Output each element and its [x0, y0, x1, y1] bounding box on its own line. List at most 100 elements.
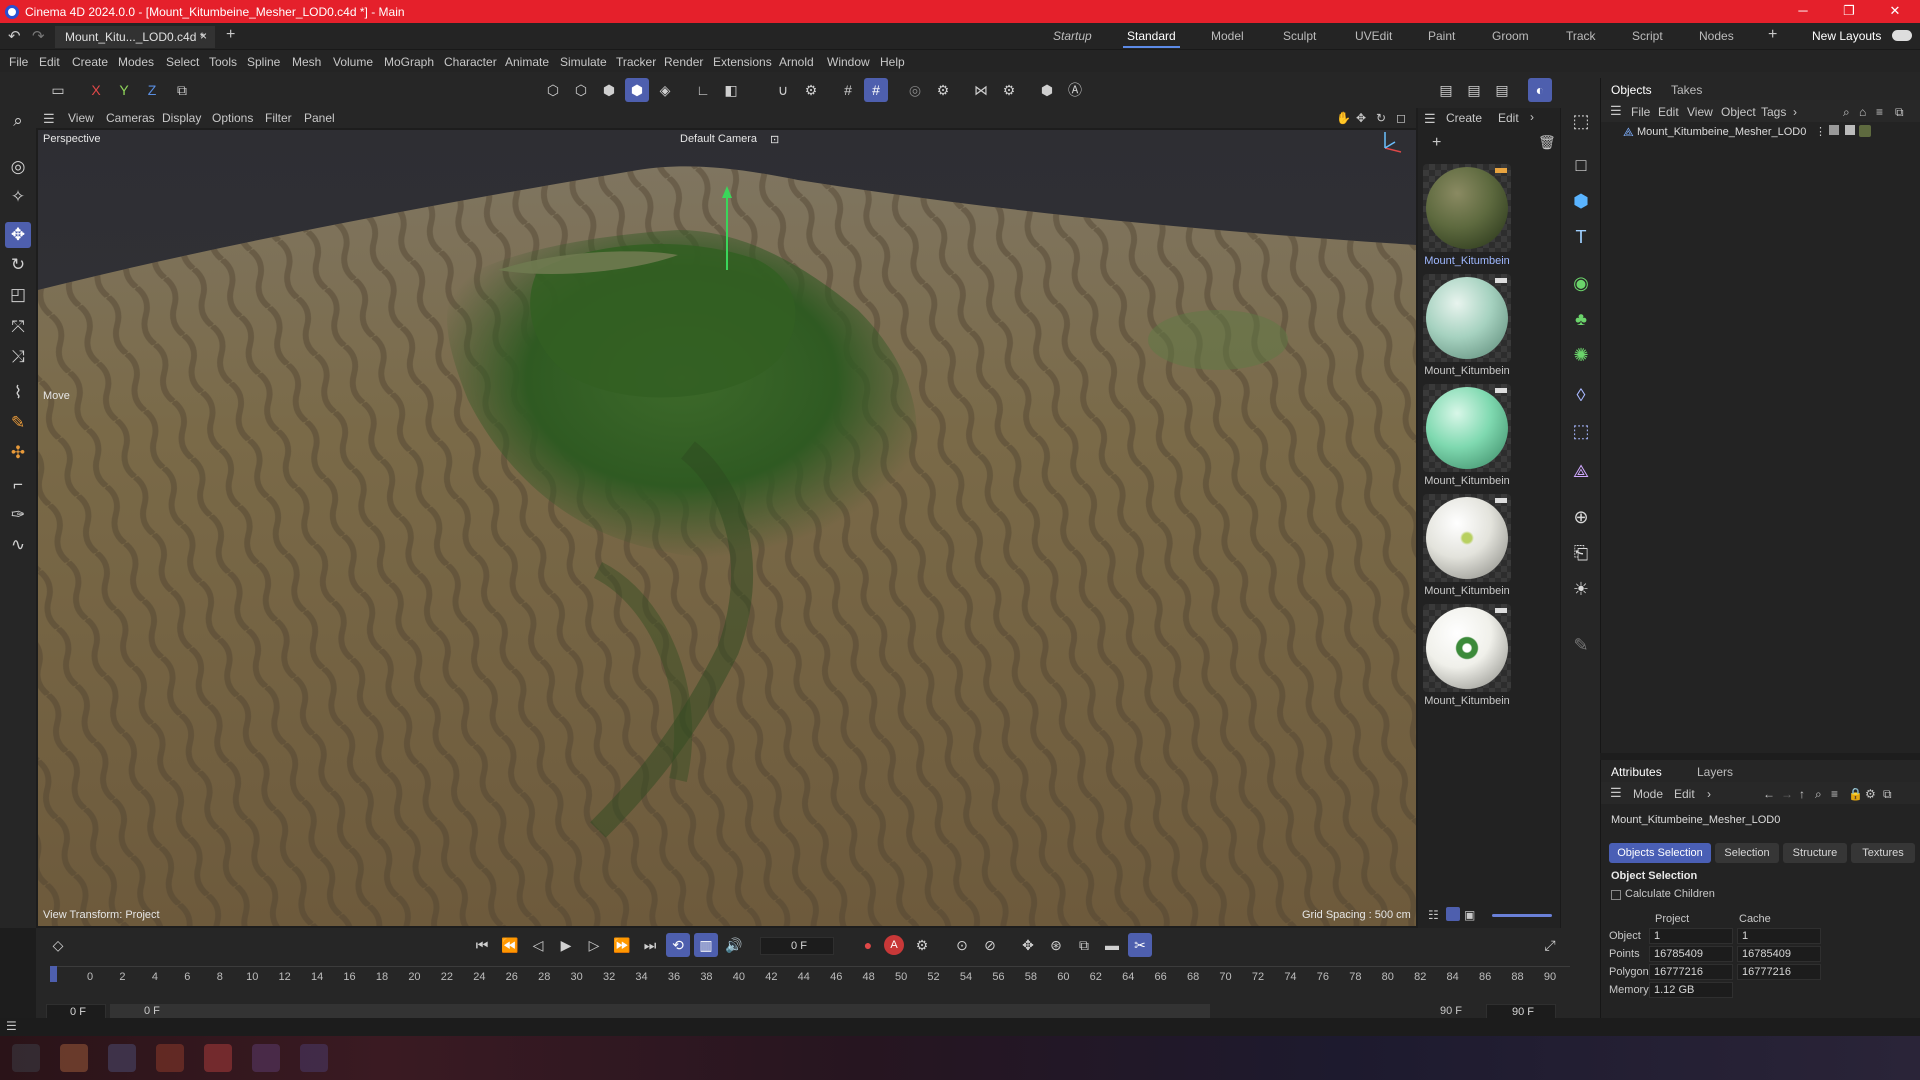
up-arrow-icon[interactable]: ↑	[1799, 787, 1805, 801]
spline-tool-icon[interactable]: ✣	[5, 440, 31, 466]
field-icon[interactable]: ⬚	[1568, 418, 1594, 444]
viewport-menu-options[interactable]: Options	[212, 111, 253, 125]
forward-arrow-icon[interactable]: →	[1781, 787, 1793, 801]
objects-new-window-icon[interactable]: ⧉	[1895, 105, 1904, 120]
search-icon[interactable]: ⌕	[5, 108, 31, 134]
attributes-filter-icon[interactable]: ≡	[1831, 787, 1838, 801]
calculate-children-checkbox[interactable]	[1611, 890, 1621, 900]
taskbar-app-icon[interactable]	[108, 1044, 136, 1072]
rotate-tool-icon[interactable]: ↻	[5, 252, 31, 278]
keyframe-selection-icon[interactable]: ⊙	[950, 933, 974, 957]
objects-menu-object[interactable]: Object	[1721, 105, 1756, 119]
polygons-mode-icon[interactable]: ⬢	[597, 78, 621, 102]
key-rotation-icon[interactable]: ✥	[1016, 933, 1040, 957]
3d-viewport[interactable]: Perspective Default Camera ⊡ Move View T…	[38, 130, 1416, 926]
auto-icon[interactable]: Ⓐ	[1063, 78, 1087, 102]
preview-range-icon[interactable]: ▥	[694, 933, 718, 957]
lock-icon[interactable]: 🔒	[1848, 787, 1863, 801]
deformer-icon[interactable]: ◊	[1568, 382, 1594, 408]
taskbar-app-icon[interactable]	[156, 1044, 184, 1072]
render-region-icon[interactable]: ◎	[903, 78, 927, 102]
camera-lock-icon[interactable]: ⊡	[770, 133, 779, 146]
selection-tool-icon[interactable]: ◎	[5, 154, 31, 180]
objects-menu-tags[interactable]: Tags	[1761, 105, 1786, 119]
restore-icon[interactable]: ❐	[1826, 0, 1872, 23]
keyframe-diamond-icon[interactable]: ◇	[46, 933, 70, 957]
close-tab-icon[interactable]: ×	[200, 29, 207, 43]
close-icon[interactable]: ✕	[1872, 0, 1918, 23]
menu-spline[interactable]: Spline	[247, 55, 280, 69]
menu-edit[interactable]: Edit	[39, 55, 60, 69]
taskbar-app-icon[interactable]	[252, 1044, 280, 1072]
edges-mode-icon[interactable]: ⬡	[569, 78, 593, 102]
document-tab[interactable]: Mount_Kitu..._LOD0.c4d * ×	[55, 26, 215, 48]
menu-help[interactable]: Help	[880, 55, 905, 69]
objects-more-icon[interactable]: ›	[1793, 105, 1797, 119]
layout-startup[interactable]: Startup	[1053, 29, 1092, 43]
attributes-settings-icon[interactable]: ⚙	[1865, 787, 1876, 801]
objects-home-icon[interactable]: ⌂	[1859, 105, 1866, 119]
timeline-expand-icon[interactable]: ⤢	[1538, 933, 1562, 957]
layout-sculpt[interactable]: Sculpt	[1283, 29, 1316, 43]
attributes-new-window-icon[interactable]: ⧉	[1883, 787, 1892, 802]
viewport-rotate-icon[interactable]: ↻	[1376, 111, 1386, 125]
objects-search-icon[interactable]: ⌕	[1843, 105, 1850, 120]
object-mode-icon[interactable]: ▭	[46, 78, 70, 102]
pen-tool-icon[interactable]: ✎	[5, 410, 31, 436]
points-mode-icon[interactable]: ⬡	[541, 78, 565, 102]
view-redraw-icon[interactable]: ◐	[1528, 78, 1552, 102]
viewport-menu-filter[interactable]: Filter	[265, 111, 292, 125]
model-mode-icon[interactable]: ⬢	[625, 78, 649, 102]
list-view-icon[interactable]: ☷	[1428, 908, 1439, 922]
smooth-tool-icon[interactable]: ∿	[5, 532, 31, 558]
tab-takes[interactable]: Takes	[1671, 83, 1702, 97]
text-object-icon[interactable]: T	[1568, 224, 1594, 250]
sound-icon[interactable]: 🔊	[722, 933, 746, 957]
subtab-textures[interactable]: Textures	[1851, 843, 1915, 863]
render-picture-viewer-icon[interactable]: ▤	[1462, 78, 1486, 102]
object-visibility-icon[interactable]: ⋮	[1815, 125, 1826, 138]
go-to-start-icon[interactable]: ⏮	[470, 933, 494, 957]
objects-menu-edit[interactable]: Edit	[1658, 105, 1679, 119]
material-item[interactable]: Mount_Kitumbein	[1421, 602, 1513, 710]
previous-key-icon[interactable]: ⏪	[498, 933, 522, 957]
viewport-move-icon[interactable]: ✥	[1356, 111, 1366, 125]
go-to-end-icon[interactable]: ⏭	[638, 933, 662, 957]
layout-model[interactable]: Model	[1211, 29, 1244, 43]
layout-nodes[interactable]: Nodes	[1699, 29, 1734, 43]
knife-tool-icon[interactable]: ⌇	[5, 380, 31, 406]
magnet-icon[interactable]: ∪	[771, 78, 795, 102]
taskbar-app-icon[interactable]	[60, 1044, 88, 1072]
material-tag-icon[interactable]	[1859, 125, 1871, 137]
menu-mograph[interactable]: MoGraph	[384, 55, 434, 69]
brush-tool-icon[interactable]: ⌐	[5, 472, 31, 498]
viewport-menu-view[interactable]: View	[68, 111, 94, 125]
layout-groom[interactable]: Groom	[1492, 29, 1529, 43]
preview-size-slider[interactable]	[1492, 914, 1552, 917]
render-settings-icon[interactable]: ⚙	[931, 78, 955, 102]
menu-arnold[interactable]: Arnold	[779, 55, 814, 69]
material-item[interactable]: Mount_Kitumbein	[1421, 162, 1513, 270]
layout-script[interactable]: Script	[1632, 29, 1663, 43]
menu-create[interactable]: Create	[72, 55, 108, 69]
live-select-icon[interactable]: ✧	[5, 184, 31, 210]
material-hamburger-icon[interactable]: ☰	[1424, 111, 1436, 127]
tab-attributes[interactable]: Attributes	[1611, 765, 1662, 779]
key-scale-icon[interactable]: ⊛	[1044, 933, 1068, 957]
layout-uvedit[interactable]: UVEdit	[1355, 29, 1392, 43]
objects-menu-file[interactable]: File	[1631, 105, 1650, 119]
menu-select[interactable]: Select	[166, 55, 199, 69]
play-icon[interactable]: ▶	[554, 933, 578, 957]
current-frame-field[interactable]: 0 F	[760, 937, 834, 955]
attributes-menu-mode[interactable]: Mode	[1633, 787, 1663, 801]
camera-label[interactable]: Default Camera	[680, 133, 757, 145]
render-to-po-icon[interactable]: ▤	[1490, 78, 1514, 102]
cube-icon[interactable]: ⬢	[1568, 188, 1594, 214]
coordinate-manager-icon[interactable]: ⬚	[1568, 108, 1594, 134]
next-frame-icon[interactable]: ▷	[582, 933, 606, 957]
render-pencil-icon[interactable]: ✎	[1568, 632, 1594, 658]
subtab-objects-selection[interactable]: Objects Selection	[1609, 843, 1711, 863]
viewport-maximize-icon[interactable]: ◻	[1396, 111, 1406, 125]
attributes-more-icon[interactable]: ›	[1707, 787, 1711, 801]
generator-icon[interactable]: ◉	[1568, 270, 1594, 296]
